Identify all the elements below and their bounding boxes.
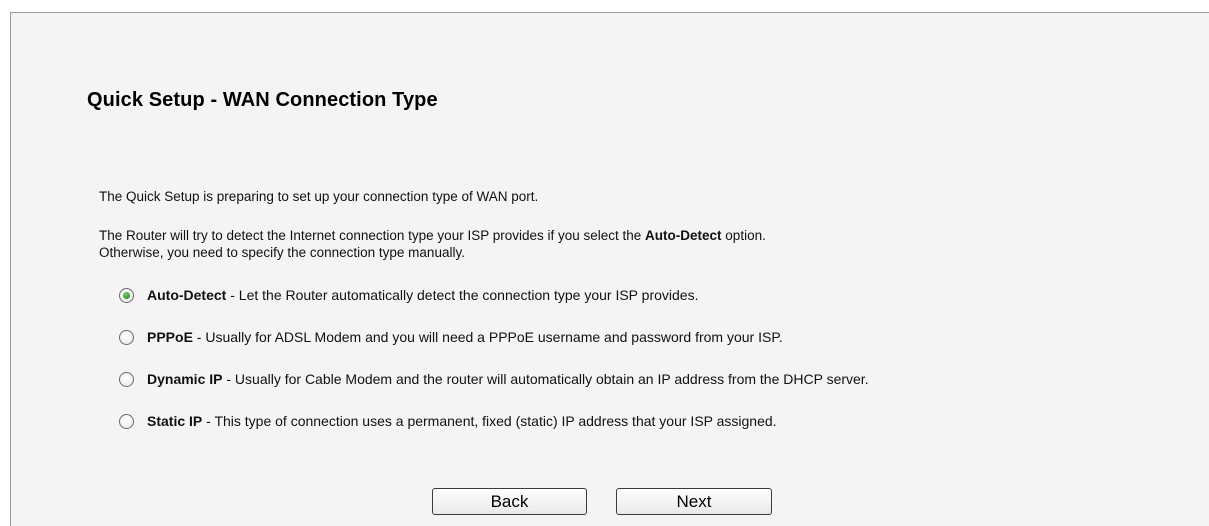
quick-setup-panel: Quick Setup - WAN Connection Type The Qu…	[10, 12, 1209, 526]
detect-text-line2: Otherwise, you need to specify the conne…	[99, 245, 465, 260]
dynamic-ip-radio[interactable]	[119, 371, 134, 387]
option-static-ip[interactable]: Static IP - This type of connection uses…	[119, 411, 777, 431]
option-pppoe[interactable]: PPPoE - Usually for ADSL Modem and you w…	[119, 327, 783, 347]
option-description: - Usually for Cable Modem and the router…	[222, 371, 869, 387]
option-description: - This type of connection uses a permane…	[202, 413, 777, 429]
back-button[interactable]: Back	[432, 488, 587, 515]
next-button[interactable]: Next	[616, 488, 772, 515]
detect-text-before: The Router will try to detect the Intern…	[99, 228, 646, 243]
option-description: - Let the Router automatically detect th…	[226, 287, 699, 303]
option-auto-detect[interactable]: Auto-Detect - Let the Router automatical…	[119, 285, 698, 305]
option-name: Static IP	[147, 413, 203, 429]
option-description: - Usually for ADSL Modem and you will ne…	[192, 329, 783, 345]
intro-text: The Quick Setup is preparing to set up y…	[99, 189, 539, 204]
option-name: PPPoE	[147, 329, 193, 345]
detect-description: The Router will try to detect the Intern…	[99, 227, 766, 261]
radio-selected-dot	[123, 291, 130, 299]
auto-detect-radio[interactable]	[119, 287, 134, 303]
auto-detect-label: Auto-Detect - Let the Router automatical…	[147, 287, 698, 303]
static-ip-label: Static IP - This type of connection uses…	[147, 413, 777, 429]
pppoe-label: PPPoE - Usually for ADSL Modem and you w…	[147, 329, 783, 345]
pppoe-radio[interactable]	[119, 329, 134, 345]
option-name: Auto-Detect	[147, 287, 227, 303]
page-title: Quick Setup - WAN Connection Type	[87, 89, 438, 111]
option-name: Dynamic IP	[147, 371, 223, 387]
option-dynamic-ip[interactable]: Dynamic IP - Usually for Cable Modem and…	[119, 369, 869, 389]
detect-text-after: option.	[721, 228, 766, 243]
static-ip-radio[interactable]	[119, 413, 134, 429]
dynamic-ip-label: Dynamic IP - Usually for Cable Modem and…	[147, 371, 869, 387]
detect-bold-option: Auto-Detect	[645, 228, 722, 243]
